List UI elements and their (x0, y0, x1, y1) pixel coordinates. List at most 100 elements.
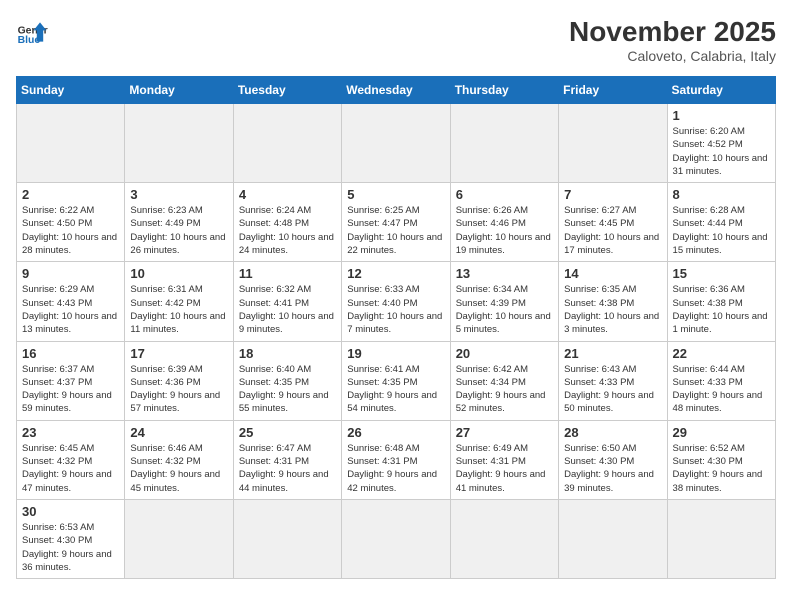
calendar-week-row: 30 Sunrise: 6:53 AMSunset: 4:30 PMDayligh… (17, 499, 776, 578)
calendar-day-cell: 29Sunrise: 6:52 AMSunset: 4:30 PMDayligh… (667, 420, 775, 499)
calendar-week-row: 1Sunrise: 6:20 AMSunset: 4:52 PMDaylight… (17, 104, 776, 183)
weekday-header-row: Sunday Monday Tuesday Wednesday Thursday… (17, 77, 776, 104)
day-number: 13 (456, 266, 553, 281)
calendar-day-cell: 8Sunrise: 6:28 AMSunset: 4:44 PMDaylight… (667, 183, 775, 262)
header-wednesday: Wednesday (342, 77, 450, 104)
day-number: 28 (564, 425, 661, 440)
day-number: 12 (347, 266, 444, 281)
calendar-week-row: 16 Sunrise: 6:37 AMSunset: 4:37 PMDayligh… (17, 341, 776, 420)
calendar-day-cell: 30 Sunrise: 6:53 AMSunset: 4:30 PMDayligh… (17, 499, 125, 578)
calendar-day-cell: 9 Sunrise: 6:29 AMSunset: 4:43 PMDaylight… (17, 262, 125, 341)
calendar-day-cell (342, 104, 450, 183)
calendar-day-cell: 14Sunrise: 6:35 AMSunset: 4:38 PMDayligh… (559, 262, 667, 341)
calendar-day-cell: 11 Sunrise: 6:32 AMSunset: 4:41 PMDayligh… (233, 262, 341, 341)
calendar-day-cell: 15 Sunrise: 6:36 AMSunset: 4:38 PMDayligh… (667, 262, 775, 341)
calendar-day-cell: 19Sunrise: 6:41 AMSunset: 4:35 PMDayligh… (342, 341, 450, 420)
day-info: Sunrise: 6:29 AMSunset: 4:43 PMDaylight:… (22, 283, 119, 336)
day-number: 14 (564, 266, 661, 281)
calendar-week-row: 2Sunrise: 6:22 AMSunset: 4:50 PMDaylight… (17, 183, 776, 262)
calendar-day-cell (125, 104, 233, 183)
calendar-day-cell (17, 104, 125, 183)
calendar-day-cell: 24 Sunrise: 6:46 AMSunset: 4:32 PMDayligh… (125, 420, 233, 499)
calendar-day-cell: 22Sunrise: 6:44 AMSunset: 4:33 PMDayligh… (667, 341, 775, 420)
calendar-day-cell: 2Sunrise: 6:22 AMSunset: 4:50 PMDaylight… (17, 183, 125, 262)
day-info: Sunrise: 6:40 AMSunset: 4:35 PMDaylight:… (239, 363, 336, 416)
calendar-day-cell: 18Sunrise: 6:40 AMSunset: 4:35 PMDayligh… (233, 341, 341, 420)
day-number: 6 (456, 187, 553, 202)
day-number: 9 (22, 266, 119, 281)
header-friday: Friday (559, 77, 667, 104)
day-number: 29 (673, 425, 770, 440)
day-number: 2 (22, 187, 119, 202)
day-info: Sunrise: 6:49 AMSunset: 4:31 PMDaylight:… (456, 442, 553, 495)
day-number: 16 (22, 346, 119, 361)
day-number: 5 (347, 187, 444, 202)
day-number: 25 (239, 425, 336, 440)
calendar-day-cell: 28 Sunrise: 6:50 AMSunset: 4:30 PMDayligh… (559, 420, 667, 499)
calendar-week-row: 9 Sunrise: 6:29 AMSunset: 4:43 PMDaylight… (17, 262, 776, 341)
day-info: Sunrise: 6:23 AMSunset: 4:49 PMDaylight:… (130, 204, 227, 257)
header-tuesday: Tuesday (233, 77, 341, 104)
location-subtitle: Caloveto, Calabria, Italy (569, 48, 776, 64)
calendar-day-cell (559, 104, 667, 183)
calendar-day-cell (667, 499, 775, 578)
day-info: Sunrise: 6:42 AMSunset: 4:34 PMDaylight:… (456, 363, 553, 416)
calendar-day-cell (450, 499, 558, 578)
calendar-day-cell: 12 Sunrise: 6:33 AMSunset: 4:40 PMDayligh… (342, 262, 450, 341)
calendar-day-cell: 5 Sunrise: 6:25 AMSunset: 4:47 PMDaylight… (342, 183, 450, 262)
day-number: 23 (22, 425, 119, 440)
day-number: 26 (347, 425, 444, 440)
calendar-day-cell (559, 499, 667, 578)
calendar-day-cell: 17Sunrise: 6:39 AMSunset: 4:36 PMDayligh… (125, 341, 233, 420)
calendar-day-cell (233, 499, 341, 578)
calendar-day-cell: 16 Sunrise: 6:37 AMSunset: 4:37 PMDayligh… (17, 341, 125, 420)
header-monday: Monday (125, 77, 233, 104)
calendar-day-cell: 21Sunrise: 6:43 AMSunset: 4:33 PMDayligh… (559, 341, 667, 420)
day-info: Sunrise: 6:50 AMSunset: 4:30 PMDaylight:… (564, 442, 661, 495)
day-number: 15 (673, 266, 770, 281)
calendar-day-cell: 13 Sunrise: 6:34 AMSunset: 4:39 PMDayligh… (450, 262, 558, 341)
header-thursday: Thursday (450, 77, 558, 104)
day-info: Sunrise: 6:25 AMSunset: 4:47 PMDaylight:… (347, 204, 444, 257)
day-info: Sunrise: 6:36 AMSunset: 4:38 PMDaylight:… (673, 283, 770, 336)
day-number: 11 (239, 266, 336, 281)
day-number: 21 (564, 346, 661, 361)
header-saturday: Saturday (667, 77, 775, 104)
calendar-week-row: 23 Sunrise: 6:45 AMSunset: 4:32 PMDayligh… (17, 420, 776, 499)
day-info: Sunrise: 6:33 AMSunset: 4:40 PMDaylight:… (347, 283, 444, 336)
day-info: Sunrise: 6:32 AMSunset: 4:41 PMDaylight:… (239, 283, 336, 336)
day-info: Sunrise: 6:34 AMSunset: 4:39 PMDaylight:… (456, 283, 553, 336)
day-number: 30 (22, 504, 119, 519)
day-info: Sunrise: 6:27 AMSunset: 4:45 PMDaylight:… (564, 204, 661, 257)
day-info: Sunrise: 6:47 AMSunset: 4:31 PMDaylight:… (239, 442, 336, 495)
calendar-day-cell: 23 Sunrise: 6:45 AMSunset: 4:32 PMDayligh… (17, 420, 125, 499)
day-info: Sunrise: 6:46 AMSunset: 4:32 PMDaylight:… (130, 442, 227, 495)
calendar-day-cell: 26 Sunrise: 6:48 AMSunset: 4:31 PMDayligh… (342, 420, 450, 499)
month-title: November 2025 (569, 16, 776, 48)
day-info: Sunrise: 6:31 AMSunset: 4:42 PMDaylight:… (130, 283, 227, 336)
calendar-day-cell (125, 499, 233, 578)
logo: General Blue (16, 16, 48, 48)
calendar-day-cell: 7Sunrise: 6:27 AMSunset: 4:45 PMDaylight… (559, 183, 667, 262)
calendar-table: Sunday Monday Tuesday Wednesday Thursday… (16, 76, 776, 579)
day-info: Sunrise: 6:37 AMSunset: 4:37 PMDaylight:… (22, 363, 119, 416)
calendar-day-cell: 3Sunrise: 6:23 AMSunset: 4:49 PMDaylight… (125, 183, 233, 262)
day-info: Sunrise: 6:45 AMSunset: 4:32 PMDaylight:… (22, 442, 119, 495)
day-number: 4 (239, 187, 336, 202)
calendar-day-cell: 1Sunrise: 6:20 AMSunset: 4:52 PMDaylight… (667, 104, 775, 183)
calendar-day-cell: 4 Sunrise: 6:24 AMSunset: 4:48 PMDaylight… (233, 183, 341, 262)
day-info: Sunrise: 6:24 AMSunset: 4:48 PMDaylight:… (239, 204, 336, 257)
day-number: 17 (130, 346, 227, 361)
day-number: 20 (456, 346, 553, 361)
day-info: Sunrise: 6:28 AMSunset: 4:44 PMDaylight:… (673, 204, 770, 257)
day-info: Sunrise: 6:44 AMSunset: 4:33 PMDaylight:… (673, 363, 770, 416)
calendar-day-cell (450, 104, 558, 183)
day-info: Sunrise: 6:41 AMSunset: 4:35 PMDaylight:… (347, 363, 444, 416)
day-info: Sunrise: 6:53 AMSunset: 4:30 PMDaylight:… (22, 521, 119, 574)
day-info: Sunrise: 6:48 AMSunset: 4:31 PMDaylight:… (347, 442, 444, 495)
calendar-day-cell: 20 Sunrise: 6:42 AMSunset: 4:34 PMDayligh… (450, 341, 558, 420)
calendar-day-cell (342, 499, 450, 578)
day-number: 27 (456, 425, 553, 440)
day-number: 24 (130, 425, 227, 440)
calendar-day-cell: 10Sunrise: 6:31 AMSunset: 4:42 PMDayligh… (125, 262, 233, 341)
